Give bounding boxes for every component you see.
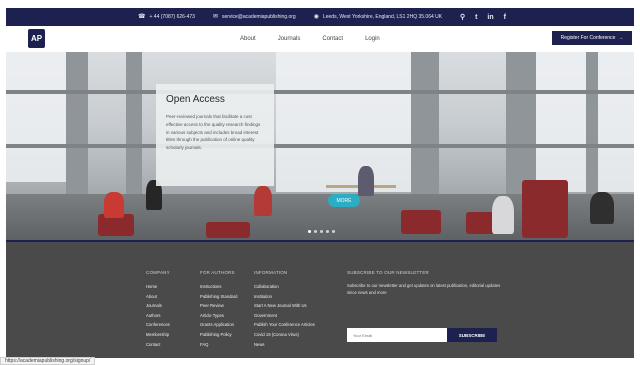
chair [401,210,441,234]
window-panel [276,52,426,192]
site-footer: COMPANY Home About Journals Authors Conf… [6,240,634,358]
nav-link-login[interactable]: Login [365,36,380,42]
carousel-dots [308,230,335,233]
footer-link-news[interactable]: News [254,340,315,350]
footer-newsletter-column: SUBSCRIBE TO OUR NEWSLETTER Subscribe to… [347,270,507,296]
carousel-dot[interactable] [320,230,323,233]
footer-heading-authors: FOR AUTHORS [200,270,235,275]
address-item: ◉ Leeds, West Yorkshire, England, LS1 2H… [314,14,442,20]
twitter-icon[interactable]: t [475,14,477,21]
footer-authors-column: FOR AUTHORS Instructions Publishing Stan… [200,270,237,349]
email-address: service@academiapublishing.org [221,14,296,20]
contact-info: ☎ + 44 (7087) 626-473 ✉ service@academia… [138,8,442,26]
nav-link-contact[interactable]: Contact [322,36,343,42]
search-icon[interactable]: ⚲ [460,13,465,21]
carousel-dot[interactable] [308,230,311,233]
footer-link-contact[interactable]: Contact [146,340,170,350]
footer-link-instructions[interactable]: Instructions [200,282,237,292]
hero-overlay-card: Open Access Peer-reviewed journals that … [156,84,274,186]
mail-icon: ✉ [212,14,218,20]
footer-link-journals[interactable]: Journals [146,301,170,311]
footer-link-collaboration[interactable]: Collaboration [254,282,315,292]
nav-links: About Journals Contact Login [240,26,380,52]
footer-link-authors[interactable]: Authors [146,311,170,321]
footer-link-covid[interactable]: Covid 19 (Corona Virus) [254,330,315,340]
footer-information-column: INFORMATION Collaboration Institution St… [254,270,315,349]
phone-icon: ☎ [138,14,146,20]
browser-status-url: https://academiapublishing.org/signup/ [0,357,96,365]
email-item[interactable]: ✉ service@academiapublishing.org [213,14,296,20]
newsletter-email-input[interactable] [347,328,447,342]
person [492,196,514,234]
person [358,166,374,196]
address-text: Leeds, West Yorkshire, England, LS1 2HQ … [322,14,443,20]
nav-link-about[interactable]: About [240,36,256,42]
top-contact-bar: ☎ + 44 (7087) 626-473 ✉ service@academia… [6,8,634,26]
footer-company-column: COMPANY Home About Journals Authors Conf… [146,270,170,349]
register-label: Register For Conference [560,35,616,41]
footer-link-grants-application[interactable]: Grants Application [200,320,237,330]
main-nav: AP About Journals Contact Login Register… [6,26,634,52]
carousel-dot[interactable] [326,230,329,233]
hero-title: Open Access [166,94,225,105]
social-links: ⚲ t in f [460,8,506,26]
arrow-right-icon: → [618,35,624,41]
register-conference-button[interactable]: Register For Conference → [552,31,632,45]
footer-link-faq[interactable]: FAQ [200,340,237,350]
window-panel [6,52,66,182]
footer-heading-newsletter: SUBSCRIBE TO OUR NEWSLETTER [347,270,429,275]
footer-link-article-types[interactable]: Article Types [200,311,237,321]
footer-link-institution[interactable]: Institution [254,292,315,302]
footer-link-conferences[interactable]: Conferences [146,320,170,330]
beam [6,144,634,148]
chair [206,222,250,238]
newsletter-form: SUBSCRIBE [347,328,497,342]
footer-heading-information: INFORMATION [254,270,288,275]
more-button[interactable]: MORE [328,194,360,207]
footer-link-peer-review[interactable]: Peer Review [200,301,237,311]
footer-link-government[interactable]: Government [254,311,315,321]
window-panel [536,52,634,192]
site-logo[interactable]: AP [28,29,45,48]
footer-link-publishing-standard[interactable]: Publishing Standard [200,292,237,302]
footer-link-publish-conference[interactable]: Publish Your Conference Articles [254,320,315,330]
carousel-dot[interactable] [332,230,335,233]
newsletter-description: Subscribe to our newsletter and get upda… [347,283,501,295]
footer-link-membership[interactable]: Membership [146,330,170,340]
person [254,186,272,216]
subscribe-button[interactable]: SUBSCRIBE [447,328,497,342]
footer-link-home[interactable]: Home [146,282,170,292]
phone-number: + 44 (7087) 626-473 [149,14,195,20]
facebook-icon[interactable]: f [504,14,506,21]
person [104,192,124,218]
linkedin-icon[interactable]: in [487,14,493,21]
footer-heading-company: COMPANY [146,270,170,275]
beam [6,90,634,94]
footer-link-start-journal[interactable]: Start A New Journal With Us [254,301,315,311]
carousel-dot[interactable] [314,230,317,233]
footer-link-publishing-policy[interactable]: Publishing Policy [200,330,237,340]
nav-link-journals[interactable]: Journals [278,36,301,42]
location-icon: ◉ [313,14,319,20]
person [590,192,614,224]
chair [522,180,568,238]
hero-description: Peer-reviewed journals that facilitate a… [166,114,261,151]
hero-banner: Open Access Peer-reviewed journals that … [6,52,634,240]
phone-item[interactable]: ☎ + 44 (7087) 626-473 [138,14,195,20]
footer-link-about[interactable]: About [146,292,170,302]
